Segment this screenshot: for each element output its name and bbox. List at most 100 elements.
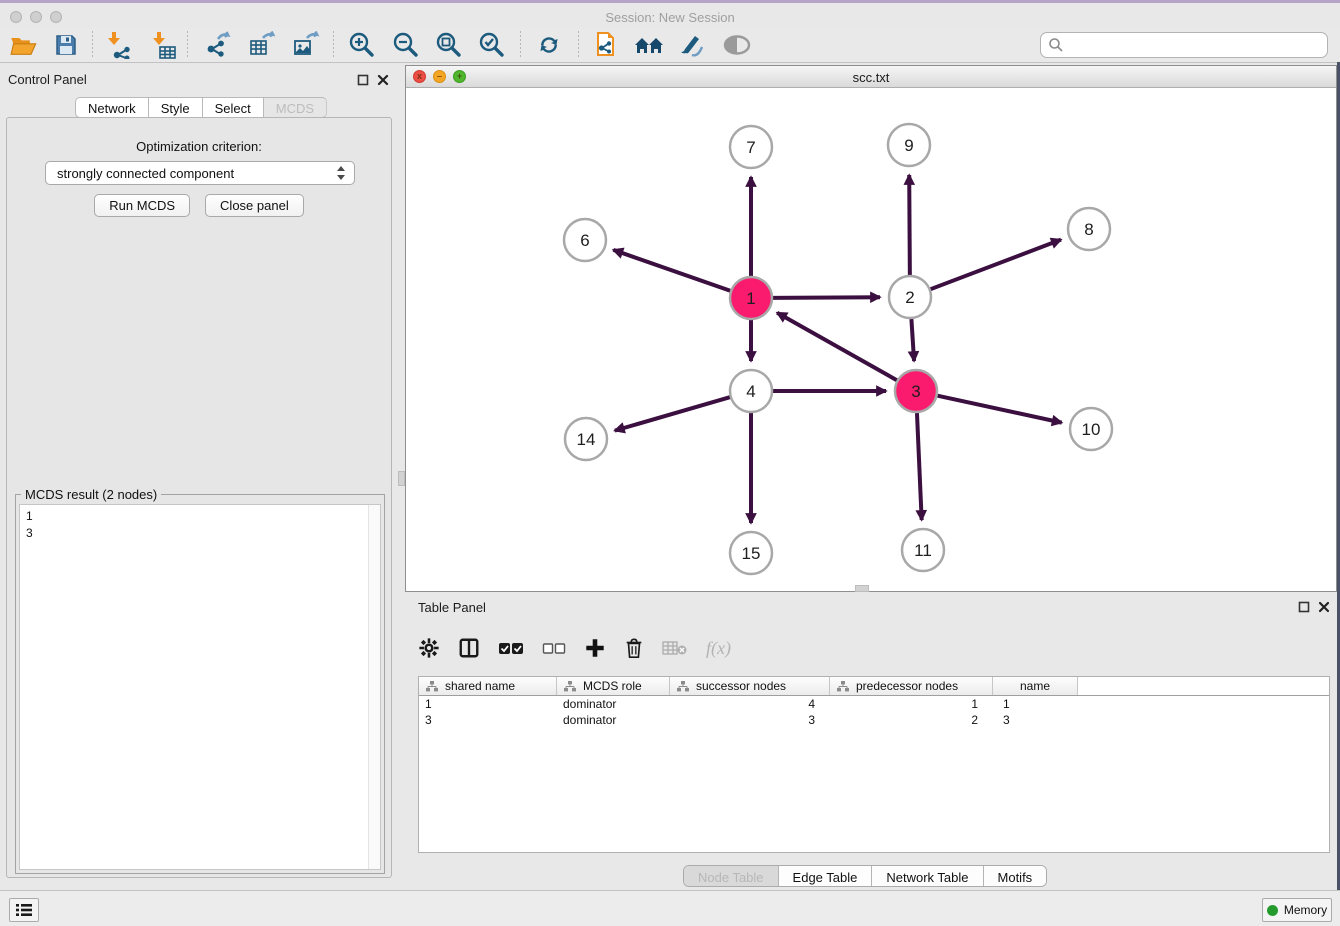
edge-2-8[interactable] [931, 240, 1061, 290]
edge-4-14[interactable] [615, 397, 730, 430]
panel-splitter-handle[interactable] [398, 471, 405, 486]
mcds-result-box[interactable]: 1 3 [19, 504, 381, 870]
column-header-shared-name[interactable]: shared name [419, 677, 557, 695]
zoom-selected-icon[interactable] [476, 30, 508, 60]
tab-mcds[interactable]: MCDS [263, 97, 327, 118]
table-cell[interactable]: 1 [830, 697, 993, 711]
save-session-icon[interactable] [50, 30, 82, 60]
float-panel-icon[interactable] [357, 74, 369, 86]
memory-button[interactable]: Memory [1262, 898, 1332, 922]
graph-node-14[interactable]: 14 [565, 418, 607, 460]
panel-splitter-handle[interactable] [855, 585, 869, 592]
edge-1-2[interactable] [773, 297, 880, 298]
table-cell[interactable]: 2 [830, 713, 993, 727]
tab-select[interactable]: Select [202, 97, 263, 118]
edge-3-1[interactable] [777, 313, 897, 380]
task-history-button[interactable] [9, 898, 39, 922]
svg-text:1: 1 [746, 289, 755, 308]
mcds-result-group: MCDS result (2 nodes) 1 3 [15, 494, 385, 874]
tab-style[interactable]: Style [148, 97, 202, 118]
edge-3-11[interactable] [917, 413, 922, 520]
graph-node-7[interactable]: 7 [730, 126, 772, 168]
column-header-successor-nodes[interactable]: successor nodes [670, 677, 830, 695]
table-row[interactable]: 1dominator411 [419, 696, 1329, 712]
import-table-icon[interactable] [147, 30, 179, 60]
main-toolbar [0, 27, 1340, 63]
edge-2-9[interactable] [909, 175, 910, 275]
search-input[interactable] [1069, 38, 1327, 53]
tab-edge-table[interactable]: Edge Table [779, 866, 873, 886]
table-cell[interactable]: dominator [557, 713, 670, 727]
close-panel-button[interactable]: Close panel [205, 194, 304, 217]
close-panel-icon[interactable] [377, 74, 389, 86]
zoom-out-icon[interactable] [390, 30, 422, 60]
status-bar: Memory [0, 890, 1340, 926]
first-neighbors-icon[interactable] [633, 30, 665, 60]
table-cell[interactable]: dominator [557, 697, 670, 711]
clone-network-icon[interactable] [590, 30, 622, 60]
svg-text:6: 6 [580, 231, 589, 250]
table-cell[interactable]: 3 [419, 713, 557, 727]
edge-2-3[interactable] [911, 319, 914, 361]
svg-text:11: 11 [914, 541, 932, 560]
open-session-icon[interactable] [8, 30, 40, 60]
network-canvas[interactable]: 7 9 6 8 1 2 4 3 14 10 15 11 [406, 88, 1336, 591]
criterion-select[interactable]: strongly connected component [45, 161, 355, 185]
column-type-icon [564, 681, 576, 692]
apply-style-icon[interactable] [676, 30, 708, 60]
optimization-criterion-label: Optimization criterion: [7, 139, 391, 154]
table-cell[interactable]: 3 [993, 713, 1078, 727]
close-panel-icon[interactable] [1318, 601, 1330, 613]
table-cell[interactable]: 3 [670, 713, 830, 727]
edge-1-6[interactable] [613, 250, 730, 291]
update-view-icon[interactable] [533, 30, 565, 60]
export-network-icon[interactable] [202, 30, 234, 60]
table-cell[interactable]: 1 [993, 697, 1078, 711]
tab-network[interactable]: Network [75, 97, 148, 118]
graph-node-1[interactable]: 1 [730, 277, 772, 319]
float-panel-icon[interactable] [1298, 601, 1310, 613]
svg-text:15: 15 [742, 544, 761, 563]
result-scrollbar[interactable] [368, 505, 380, 869]
graph-node-15[interactable]: 15 [730, 532, 772, 574]
table-cell[interactable]: 1 [419, 697, 557, 711]
show-columns-icon[interactable] [458, 635, 480, 661]
network-title: scc.txt [406, 70, 1336, 85]
unselect-all-checkboxes-icon[interactable] [542, 635, 566, 661]
svg-text:3: 3 [911, 382, 920, 401]
graph-node-8[interactable]: 8 [1068, 208, 1110, 250]
export-image-icon[interactable] [290, 30, 322, 60]
run-mcds-button[interactable]: Run MCDS [94, 194, 190, 217]
graph-node-3[interactable]: 3 [895, 370, 937, 412]
tab-node-table[interactable]: Node Table [684, 866, 779, 886]
toolbar-separator [520, 31, 521, 59]
column-header-predecessor-nodes[interactable]: predecessor nodes [830, 677, 993, 695]
tab-motifs[interactable]: Motifs [984, 866, 1047, 886]
import-network-icon[interactable] [102, 30, 134, 60]
edge-3-10[interactable] [937, 396, 1061, 423]
zoom-in-icon[interactable] [346, 30, 378, 60]
table-panel-tabs: Node TableEdge TableNetwork TableMotifs [683, 865, 1047, 887]
graph-node-6[interactable]: 6 [564, 219, 606, 261]
table-row[interactable]: 3dominator323 [419, 712, 1329, 728]
tab-network-table[interactable]: Network Table [872, 866, 983, 886]
table-settings-icon[interactable] [418, 635, 440, 661]
column-header-name[interactable]: name [993, 677, 1078, 695]
graph-node-10[interactable]: 10 [1070, 408, 1112, 450]
column-type-icon [426, 681, 438, 692]
network-frame-titlebar[interactable]: x – + scc.txt [406, 66, 1336, 88]
search-field[interactable] [1040, 32, 1328, 58]
delete-columns-icon[interactable] [624, 635, 644, 661]
titlebar[interactable]: Session: New Session [0, 3, 1340, 27]
export-table-icon[interactable] [246, 30, 278, 60]
table-cell[interactable]: 4 [670, 697, 830, 711]
graph-node-4[interactable]: 4 [730, 370, 772, 412]
column-header-MCDS-role[interactable]: MCDS role [557, 677, 670, 695]
select-all-checkboxes-icon[interactable] [498, 635, 524, 661]
show-hide-graphics-icon[interactable] [721, 30, 753, 60]
create-column-icon[interactable] [584, 635, 606, 661]
graph-node-11[interactable]: 11 [902, 529, 944, 571]
graph-node-2[interactable]: 2 [889, 276, 931, 318]
graph-node-9[interactable]: 9 [888, 124, 930, 166]
zoom-fit-icon[interactable] [433, 30, 465, 60]
